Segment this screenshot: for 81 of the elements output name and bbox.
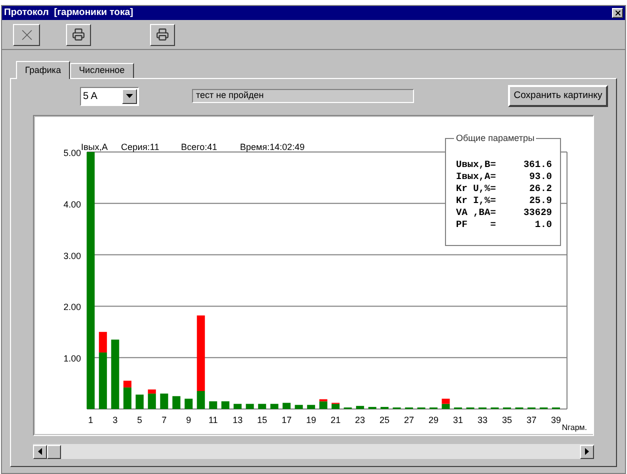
parameter-value: 26.2 bbox=[529, 183, 552, 195]
bar bbox=[368, 406, 376, 409]
bar bbox=[307, 404, 316, 409]
x-tick-label: 33 bbox=[478, 415, 488, 425]
bar bbox=[294, 404, 303, 409]
parameter-label: VA ,ВА= bbox=[456, 207, 496, 219]
print-button[interactable] bbox=[66, 24, 91, 46]
parameter-label: Kr I,%= bbox=[456, 195, 496, 207]
scroll-right-button[interactable] bbox=[580, 444, 594, 458]
save-image-button[interactable]: Сохранить картинку bbox=[508, 85, 608, 107]
dropdown-button[interactable] bbox=[122, 88, 137, 104]
x-tick-label: 3 bbox=[112, 415, 118, 425]
x-tick-label: 21 bbox=[330, 415, 341, 425]
parameters-title: Общие параметры bbox=[454, 132, 536, 144]
x-tick-label: 39 bbox=[550, 415, 561, 425]
y-tick-label: 1.00 bbox=[63, 354, 81, 364]
parameter-label: Uвых,В= bbox=[456, 159, 496, 171]
tab[interactable]: Графика bbox=[16, 61, 70, 79]
horizontal-scrollbar[interactable] bbox=[33, 444, 594, 459]
y-axis-label: Iвых,А bbox=[81, 142, 108, 152]
x-tick-label: 35 bbox=[502, 415, 512, 425]
printer-icon bbox=[72, 28, 85, 41]
bar bbox=[209, 401, 218, 409]
parameter-label: Kr U,%= bbox=[456, 183, 496, 195]
bar bbox=[160, 394, 168, 409]
bar bbox=[270, 404, 278, 409]
bar bbox=[380, 406, 389, 409]
bar bbox=[136, 394, 144, 409]
x-tick-label: 17 bbox=[282, 415, 292, 425]
bar bbox=[356, 406, 364, 409]
print-button[interactable] bbox=[150, 24, 175, 46]
printer-icon bbox=[156, 28, 169, 41]
parameter-label: PF = bbox=[456, 219, 496, 231]
x-tick-label: 19 bbox=[306, 415, 316, 425]
x-tick-label: 37 bbox=[526, 415, 536, 425]
parameter-label: Iвых,А= bbox=[456, 171, 496, 183]
bar bbox=[221, 401, 230, 409]
parameter-value: 361.6 bbox=[523, 159, 552, 171]
x-tick-label: 23 bbox=[355, 415, 366, 425]
bar bbox=[111, 340, 120, 409]
x-tick-label: 5 bbox=[137, 415, 142, 425]
x-tick-label: 13 bbox=[232, 415, 243, 425]
close-icon bbox=[614, 9, 622, 17]
x-tick-label: 27 bbox=[404, 415, 414, 425]
chart-header-text: Серия:11 bbox=[121, 142, 160, 152]
scroll-thumb[interactable] bbox=[47, 444, 61, 458]
x-tick-label: 29 bbox=[428, 415, 439, 425]
y-tick-label: 4.00 bbox=[63, 199, 81, 210]
parameter-value: 33629 bbox=[523, 207, 552, 219]
bar bbox=[258, 404, 266, 409]
scroll-left-button[interactable] bbox=[33, 444, 47, 458]
caret-icon bbox=[126, 94, 133, 98]
x-tick-label: 9 bbox=[186, 415, 192, 425]
parameter-value: 1.0 bbox=[534, 219, 552, 231]
bar bbox=[172, 396, 180, 409]
parameter-value: 93.0 bbox=[529, 171, 552, 183]
bar bbox=[234, 404, 242, 409]
x-tick-label: 15 bbox=[257, 415, 268, 425]
current-select[interactable]: 5 A bbox=[80, 86, 139, 106]
right-arrow-icon bbox=[585, 448, 589, 455]
chart-header-text: Время:14:02:49 bbox=[240, 142, 305, 152]
bar bbox=[246, 404, 254, 409]
x-axis-label: Nгарм. bbox=[562, 423, 587, 432]
x-tick-label: 31 bbox=[453, 415, 464, 425]
parameter-value: 25.9 bbox=[529, 195, 552, 207]
status-field: тест не пройден bbox=[192, 89, 414, 103]
bar bbox=[282, 402, 291, 409]
y-tick-label: 5.00 bbox=[63, 148, 81, 158]
chart-header-text: Всего:41 bbox=[181, 142, 218, 152]
tab[interactable]: Численное bbox=[70, 63, 134, 78]
x-tick-label: 11 bbox=[208, 415, 218, 425]
y-tick-label: 2.00 bbox=[63, 302, 81, 312]
cancel-button[interactable] bbox=[13, 24, 40, 46]
y-tick-label: 3.00 bbox=[63, 250, 81, 261]
left-arrow-icon bbox=[38, 448, 42, 455]
x-tick-label: 1 bbox=[88, 415, 94, 425]
close-button[interactable] bbox=[612, 8, 623, 18]
window-title: Протокол [гармоники тока] bbox=[4, 6, 134, 20]
x-tick-label: 7 bbox=[162, 415, 167, 425]
bar bbox=[184, 398, 193, 409]
x-tick-label: 25 bbox=[380, 415, 390, 425]
